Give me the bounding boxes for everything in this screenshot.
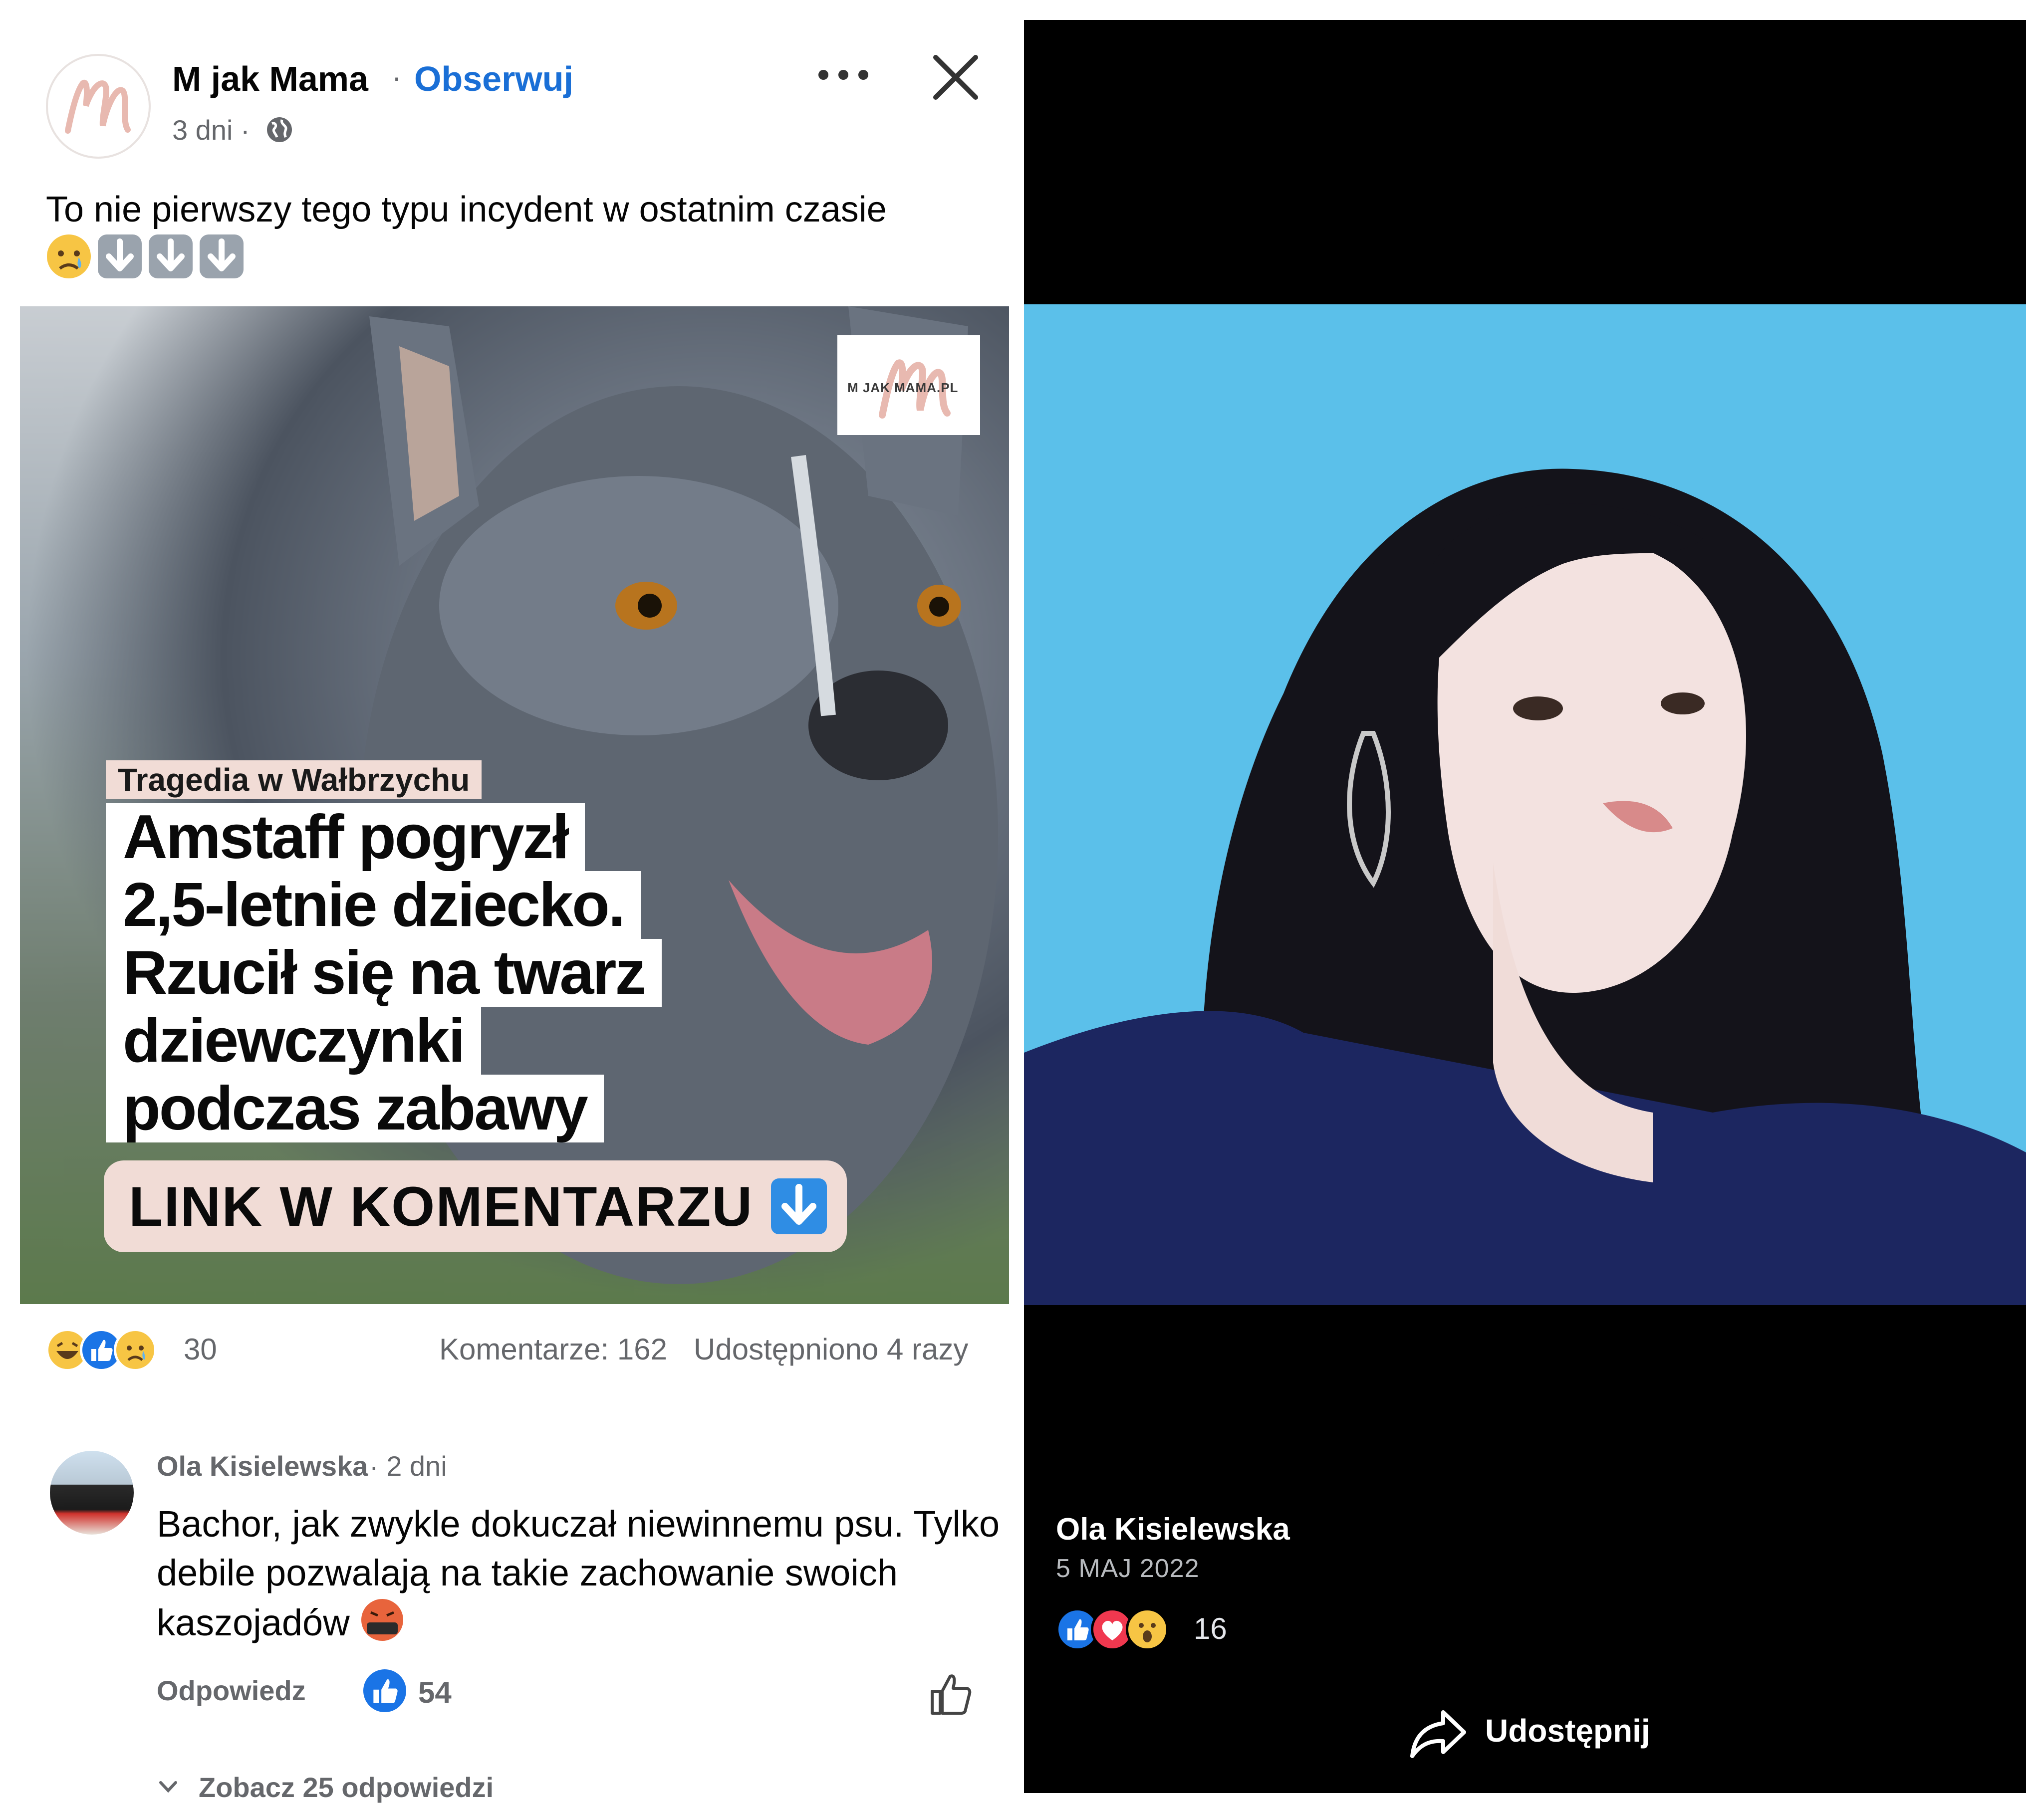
photo-author[interactable]: Ola Kisielewska: [1056, 1512, 1290, 1547]
headline-line-1: Amstaff pogryzł: [106, 803, 585, 871]
share-icon[interactable]: [1408, 1706, 1468, 1761]
commenter-avatar[interactable]: [50, 1451, 134, 1535]
like-button-icon[interactable]: [928, 1671, 973, 1716]
photo-reaction-icons[interactable]: [1056, 1605, 1169, 1653]
follow-button[interactable]: Obserwuj: [414, 59, 573, 99]
chevron-down-icon: [159, 1781, 177, 1793]
brand-text: M JAK MAMA.PL: [847, 380, 959, 395]
down-arrow-icon: [771, 1178, 827, 1234]
sad-reaction-icon: [114, 1329, 157, 1371]
crying-face-emoji: [47, 234, 91, 278]
comment-time: · 2 dni: [369, 1450, 447, 1482]
swearing-face-emoji: [361, 1599, 404, 1641]
mjakmama-logo-icon: [65, 79, 131, 134]
globe-icon: [267, 117, 292, 142]
page-name[interactable]: M jak Mama: [172, 59, 368, 99]
photo-viewer-panel: Ola Kisielewska 5 MAJ 2022 16 Udostępnij: [1024, 20, 2026, 1793]
page-avatar[interactable]: [46, 54, 151, 159]
separator: ·: [392, 60, 402, 94]
reply-button[interactable]: Odpowiedz: [157, 1674, 306, 1707]
share-button[interactable]: Udostępnij: [1485, 1712, 1650, 1749]
facebook-post-panel: M jak Mama · Obserwuj 3 dni · To nie pie…: [0, 0, 1023, 1808]
post-image[interactable]: M JAK MAMA.PL Tragedia w Wałbrzychu Amst…: [20, 306, 1009, 1304]
commenter-name[interactable]: Ola Kisielewska: [157, 1450, 368, 1482]
comment-like-icon: [363, 1669, 406, 1712]
more-options-icon[interactable]: [813, 60, 873, 90]
profile-photo[interactable]: [1024, 304, 2026, 1305]
photo-date: 5 MAJ 2022: [1056, 1554, 1200, 1583]
close-icon[interactable]: [928, 50, 983, 105]
reaction-icons[interactable]: [46, 1326, 157, 1374]
reaction-count[interactable]: 30: [184, 1332, 217, 1366]
post-meta: 3 dni ·: [172, 114, 294, 146]
headline-line-3: Rzucił się na twarz: [106, 939, 662, 1007]
comment-body: Bachor, jak zwykle dokuczał niewinnemu p…: [157, 1503, 1000, 1643]
wow-reaction-icon: [1126, 1608, 1169, 1651]
shares-count[interactable]: Udostępniono 4 razy: [694, 1332, 968, 1366]
brand-watermark: M JAK MAMA.PL: [837, 335, 980, 435]
down-arrow-emoji: [149, 234, 193, 278]
post-text: To nie pierwszy tego typu incydent w ost…: [46, 190, 887, 229]
down-arrow-emoji: [200, 234, 244, 278]
cta-text: LINK W KOMENTARZU: [129, 1175, 754, 1238]
bottom-strip: [1024, 1793, 2026, 1808]
comment-text: Bachor, jak zwykle dokuczał niewinnemu p…: [157, 1500, 1005, 1647]
photo-reaction-count[interactable]: 16: [1194, 1611, 1227, 1646]
headline-line-5: podczas zabawy: [106, 1075, 604, 1142]
down-arrow-emoji: [98, 234, 142, 278]
view-replies-link[interactable]: Zobacz 25 odpowiedzi: [199, 1771, 494, 1804]
portrait-illustration: [1024, 304, 2026, 1305]
comments-count[interactable]: Komentarze: 162: [439, 1332, 667, 1366]
image-tag: Tragedia w Wałbrzychu: [106, 760, 482, 799]
post-emoji-row: [46, 233, 245, 279]
headline-line-2: 2,5-letnie dziecko.: [106, 871, 641, 939]
cta-pill: LINK W KOMENTARZU: [104, 1160, 847, 1252]
comment-like-count[interactable]: 54: [418, 1675, 452, 1710]
headline-line-4: dziewczynki: [106, 1007, 481, 1075]
post-time: 3 dni ·: [172, 114, 250, 146]
